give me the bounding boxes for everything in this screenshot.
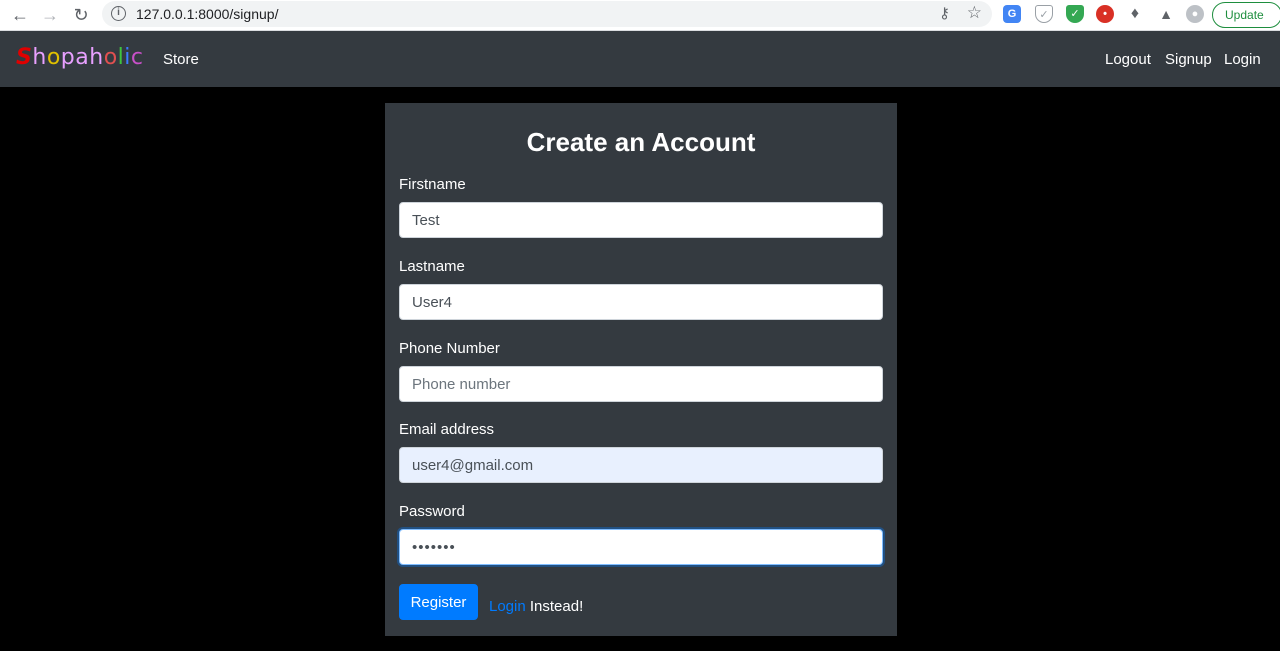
url-text[interactable]: 127.0.0.1:8000/signup/ xyxy=(136,6,278,22)
bookmark-star-icon[interactable]: ☆ xyxy=(967,3,982,23)
green-shield-extension-icon[interactable]: ✓ xyxy=(1066,5,1084,23)
brand-letter: p xyxy=(60,45,76,70)
forward-arrow-icon[interactable]: → xyxy=(39,4,61,26)
password-input[interactable] xyxy=(399,529,883,565)
brand-letter: h xyxy=(32,45,47,70)
nav-store-link[interactable]: Store xyxy=(163,51,199,68)
brand-letter: a xyxy=(75,45,90,70)
phone-label: Phone Number xyxy=(399,340,500,357)
brand-letter: o xyxy=(103,45,118,70)
reload-icon[interactable]: ↻ xyxy=(70,4,92,26)
phone-input[interactable] xyxy=(399,366,883,402)
firstname-label: Firstname xyxy=(399,176,466,193)
lastname-input[interactable] xyxy=(399,284,883,320)
browser-update-button[interactable]: Update xyxy=(1212,2,1280,28)
signup-card: Create an Account Firstname Lastname Pho… xyxy=(385,103,897,636)
firstname-input[interactable] xyxy=(399,202,883,238)
register-button[interactable]: Register xyxy=(399,584,478,620)
brand-letter: i xyxy=(124,45,131,70)
password-label: Password xyxy=(399,503,465,520)
brand-letter: o xyxy=(46,45,61,70)
key-icon[interactable]: ⚷ xyxy=(939,4,950,22)
extensions-puzzle-icon[interactable]: ♦ xyxy=(1126,5,1144,23)
login-instead-suffix: Instead! xyxy=(529,598,584,615)
brand-letter: h xyxy=(89,45,104,70)
translate-extension-icon[interactable]: G xyxy=(1003,5,1021,23)
brand-letter: l xyxy=(117,45,125,70)
brand-letter: c xyxy=(130,45,144,70)
nav-login-link[interactable]: Login xyxy=(1224,51,1261,68)
lastname-label: Lastname xyxy=(399,258,465,275)
brand-letter: S xyxy=(16,45,33,70)
site-info-icon[interactable]: i xyxy=(111,6,126,21)
red-extension-icon[interactable]: • xyxy=(1096,5,1114,23)
email-input[interactable] xyxy=(399,447,883,483)
site-navbar: Shopaholic Store Logout Signup Login xyxy=(0,31,1280,87)
page-title: Create an Account xyxy=(526,127,756,157)
email-label: Email address xyxy=(399,421,495,438)
browser-toolbar: ← → ↻ i 127.0.0.1:8000/signup/ ⚷ ☆ G ✓ ✓… xyxy=(0,0,1280,31)
login-instead-link[interactable]: Login xyxy=(489,598,526,615)
profile-avatar-icon[interactable]: ● xyxy=(1186,5,1204,23)
labs-flask-icon[interactable]: ▲ xyxy=(1157,5,1175,23)
nav-signup-link[interactable]: Signup xyxy=(1165,51,1212,68)
login-instead-text: Login Instead! xyxy=(489,598,583,615)
nav-logout-link[interactable]: Logout xyxy=(1105,51,1151,68)
shield-extension-icon[interactable]: ✓ xyxy=(1035,5,1053,23)
brand-logo[interactable]: Shopaholic xyxy=(16,45,144,70)
back-arrow-icon[interactable]: ← xyxy=(9,4,31,26)
address-bar[interactable]: i 127.0.0.1:8000/signup/ ⚷ ☆ xyxy=(102,1,992,27)
